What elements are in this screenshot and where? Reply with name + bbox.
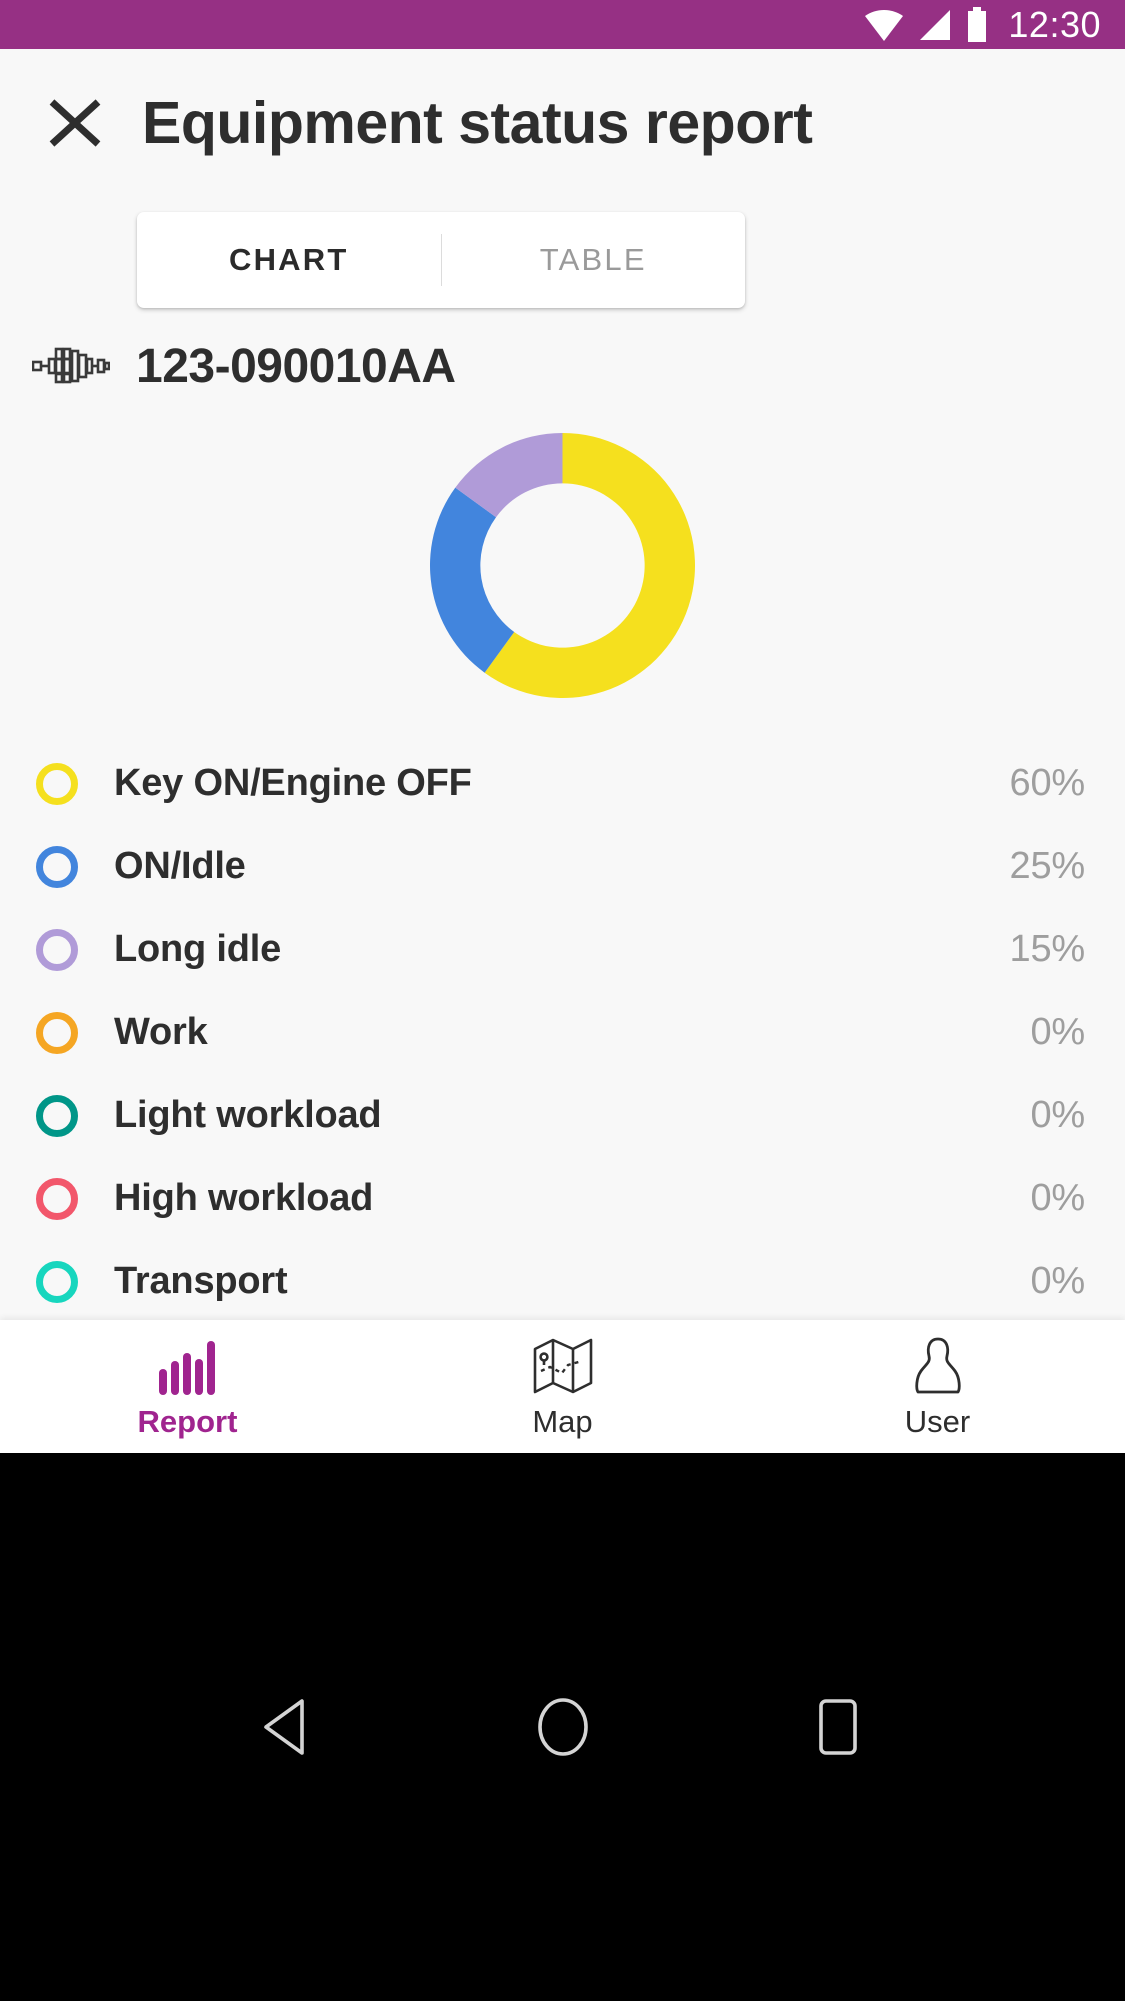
legend-percent: 0%: [1030, 1094, 1085, 1136]
bottom-navigation-bar: Report Map User: [0, 1320, 1125, 1453]
tab-chart[interactable]: CHART: [137, 212, 441, 308]
tab-report[interactable]: Report: [0, 1333, 375, 1440]
app-screen: 12:30 Equipment status report CHART TABL…: [0, 0, 1125, 2001]
legend-label: High workload: [114, 1177, 374, 1219]
legend-color-ring-icon: [36, 1260, 78, 1303]
legend-row[interactable]: Light workload 0%: [0, 1074, 1125, 1157]
page-title: Equipment status report: [142, 90, 813, 156]
tab-table[interactable]: TABLE: [442, 212, 746, 308]
wifi-icon: [865, 9, 904, 41]
legend-percent: 0%: [1030, 1011, 1085, 1053]
legend-percent: 0%: [1030, 1260, 1085, 1302]
legend-row[interactable]: Work 0%: [0, 991, 1125, 1074]
tab-user-label: User: [904, 1404, 971, 1439]
donut-slice: [430, 487, 515, 673]
legend-row[interactable]: Long idle 15%: [0, 908, 1125, 991]
equipment-id: 123-090010AA: [136, 339, 456, 393]
legend-color-ring-icon: [36, 1094, 78, 1137]
tab-user[interactable]: User: [750, 1333, 1125, 1440]
equipment-status-donut-chart: [430, 432, 695, 698]
legend-percent: 25%: [1009, 845, 1086, 887]
legend-color-ring-icon: [36, 1011, 78, 1054]
home-circle-icon[interactable]: [518, 1682, 608, 1772]
page-header: Equipment status report: [0, 49, 1125, 197]
legend-label: Transport: [114, 1260, 288, 1302]
battery-icon: [968, 6, 987, 42]
chart-table-segmented-control: CHART TABLE: [137, 212, 745, 308]
cellular-signal-icon: [920, 9, 951, 40]
tab-map-label: Map: [532, 1404, 593, 1439]
legend-color-ring-icon: [36, 1177, 78, 1220]
legend-label: Work: [114, 1011, 208, 1053]
status-legend-list: Key ON/Engine OFF 60% ON/Idle 25% Long idle 1…: [0, 742, 1125, 1320]
status-bar: 12:30: [0, 0, 1125, 49]
legend-row[interactable]: Transport 0%: [0, 1240, 1125, 1320]
legend-label: Key ON/Engine OFF: [114, 762, 472, 804]
legend-percent: 60%: [1009, 762, 1086, 804]
bar-chart-icon: [157, 1333, 219, 1395]
android-system-navigation-bar: [0, 1453, 1125, 2001]
legend-percent: 0%: [1030, 1177, 1085, 1219]
back-triangle-icon[interactable]: [243, 1682, 333, 1772]
folded-map-icon: [532, 1333, 594, 1395]
tab-map[interactable]: Map: [375, 1333, 750, 1440]
status-bar-clock: 12:30: [1008, 3, 1101, 45]
recents-square-icon[interactable]: [793, 1682, 883, 1772]
legend-row[interactable]: Key ON/Engine OFF 60%: [0, 742, 1125, 825]
person-icon: [914, 1333, 962, 1395]
legend-color-ring-icon: [36, 928, 78, 971]
close-icon[interactable]: [46, 94, 104, 152]
legend-percent: 15%: [1009, 928, 1086, 970]
donut-chart-container: [0, 415, 1125, 715]
legend-color-ring-icon: [36, 845, 78, 888]
legend-row[interactable]: High workload 0%: [0, 1157, 1125, 1240]
tab-report-label: Report: [137, 1404, 238, 1439]
legend-row[interactable]: ON/Idle 25%: [0, 825, 1125, 908]
legend-label: Light workload: [114, 1094, 382, 1136]
equipment-identifier-row: 123-090010AA: [32, 332, 1092, 400]
legend-label: ON/Idle: [114, 845, 246, 887]
machinery-crankshaft-icon: [32, 347, 110, 384]
legend-color-ring-icon: [36, 762, 78, 805]
legend-label: Long idle: [114, 928, 282, 970]
